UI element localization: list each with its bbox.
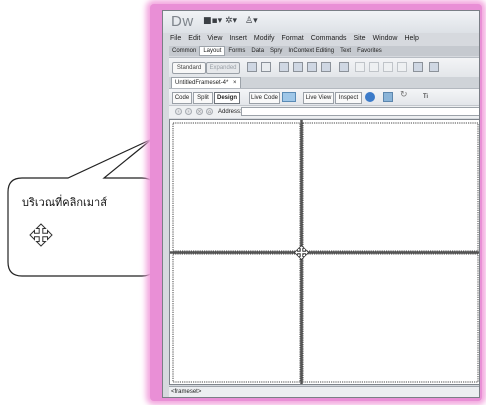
back-icon[interactable]: ‹: [175, 108, 182, 115]
menu-insert[interactable]: Insert: [229, 33, 247, 45]
title-bar: Dw ■▪▾ ✲▾ ♙▾: [163, 11, 479, 33]
tab-common[interactable]: Common: [169, 46, 199, 56]
ap-div-icon[interactable]: [261, 62, 271, 72]
layout-icon[interactable]: ■▪▾: [203, 16, 222, 26]
tab-incontext-editing[interactable]: InContext Editing: [285, 46, 337, 56]
column-icon[interactable]: [369, 62, 379, 72]
frame-bottom-right[interactable]: [302, 253, 479, 383]
address-bar: ‹ › × ⌂ Address:: [169, 105, 479, 118]
spry-menu-icon[interactable]: [339, 62, 349, 72]
menu-window[interactable]: Window: [373, 33, 398, 45]
insert-panel-tabs: Common Layout Forms Data Spry InContext Editi…: [169, 46, 479, 56]
menu-help[interactable]: Help: [404, 33, 418, 45]
menu-commands[interactable]: Commands: [311, 33, 347, 45]
standard-mode-button[interactable]: Standard: [172, 62, 206, 74]
split-view-button[interactable]: Split: [193, 92, 213, 104]
insert-toolbar: Standard Expanded: [169, 57, 479, 78]
insert-column-icon[interactable]: [397, 62, 407, 72]
inspect-button[interactable]: Inspect: [335, 92, 362, 104]
document-tab-row: UntitledFrameset-4* ×: [169, 77, 479, 89]
dreamweaver-window: Dw ■▪▾ ✲▾ ♙▾ File Edit View Insert Modify For…: [162, 10, 480, 398]
insert-row-icon[interactable]: [383, 62, 393, 72]
tab-favorites[interactable]: Favorites: [354, 46, 385, 56]
tag-selector[interactable]: <frameset>: [171, 388, 201, 397]
menu-modify[interactable]: Modify: [254, 33, 275, 45]
tab-spry[interactable]: Spry: [267, 46, 285, 56]
table-icon[interactable]: [279, 62, 289, 72]
menu-format[interactable]: Format: [282, 33, 304, 45]
address-label: Address:: [218, 109, 242, 115]
frame-top-right[interactable]: [302, 122, 479, 252]
design-canvas[interactable]: [169, 119, 479, 385]
refresh-icon[interactable]: ↻: [400, 90, 408, 100]
status-bar: <frameset>: [169, 386, 479, 397]
design-view-button[interactable]: Design: [214, 92, 240, 104]
close-icon[interactable]: ×: [233, 80, 237, 86]
browser-preview-icon[interactable]: [365, 92, 375, 102]
live-view-button[interactable]: Live View: [303, 92, 334, 104]
tab-data[interactable]: Data: [248, 46, 267, 56]
stop-icon[interactable]: ×: [196, 108, 203, 115]
expanded-mode-button[interactable]: Expanded: [206, 62, 240, 74]
address-input[interactable]: [241, 107, 479, 116]
frame-icon[interactable]: [307, 62, 317, 72]
menu-bar: File Edit View Insert Modify Format Commands Si…: [163, 33, 479, 45]
user-icon[interactable]: ♙▾: [245, 16, 258, 26]
code-view-button[interactable]: Code: [172, 92, 192, 104]
document-tab-label: UntitledFrameset-4*: [175, 80, 229, 86]
forward-icon[interactable]: ›: [185, 108, 192, 115]
live-code-button[interactable]: Live Code: [249, 92, 280, 104]
menu-edit[interactable]: Edit: [188, 33, 200, 45]
document-toolbar: Code Split Design Live Code Live View In…: [169, 88, 479, 105]
gear-icon[interactable]: ✲▾: [225, 16, 237, 26]
frame-bottom-left[interactable]: [172, 253, 301, 383]
menu-file[interactable]: File: [170, 33, 181, 45]
app-logo: Dw: [171, 13, 194, 30]
tab-text[interactable]: Text: [337, 46, 354, 56]
tab-layout[interactable]: Layout: [199, 46, 226, 56]
menu-site[interactable]: Site: [354, 33, 366, 45]
file-compare-icon[interactable]: [282, 92, 296, 102]
layout-table-icon[interactable]: [293, 62, 303, 72]
frame-top-left[interactable]: [172, 122, 301, 252]
check-page-icon[interactable]: [383, 92, 393, 102]
home-icon[interactable]: ⌂: [206, 108, 213, 115]
frames-dropdown-icon[interactable]: [429, 62, 439, 72]
div-icon[interactable]: [247, 62, 257, 72]
callout-label: บริเวณที่คลิกเมาส์: [22, 196, 107, 209]
frameset-icon[interactable]: [321, 62, 331, 72]
iframe-icon[interactable]: [413, 62, 423, 72]
tab-forms[interactable]: Forms: [225, 46, 248, 56]
row-icon[interactable]: [355, 62, 365, 72]
title-label-partial: Ti: [423, 94, 428, 100]
move-cursor-icon: [29, 223, 53, 247]
menu-view[interactable]: View: [207, 33, 222, 45]
